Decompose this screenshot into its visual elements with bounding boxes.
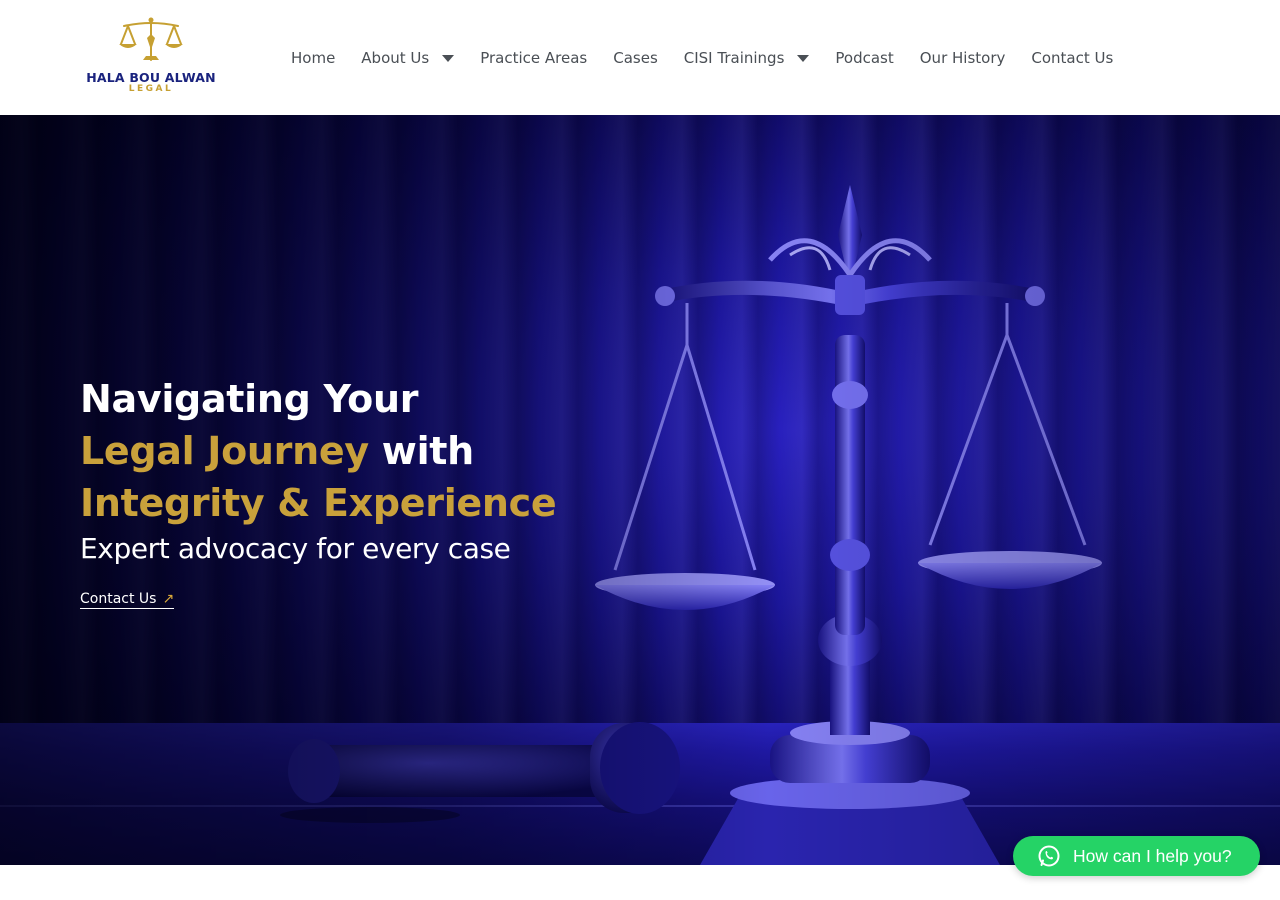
- nav-item-practice-areas[interactable]: Practice Areas: [467, 49, 600, 67]
- nav-label: About Us: [361, 49, 430, 67]
- nav-item-podcast[interactable]: Podcast: [822, 49, 906, 67]
- caret-down-icon[interactable]: [797, 54, 810, 62]
- main-nav: Home About Us Practice Areas Cases CISI …: [278, 38, 1126, 78]
- contact-us-button[interactable]: Contact Us ↗: [80, 591, 175, 609]
- arrow-up-right-icon: ↗: [162, 591, 175, 607]
- site-logo[interactable]: HALA BOU ALWAN LEGAL: [86, 16, 216, 100]
- headline-gold-2: Integrity & Experience: [80, 481, 557, 525]
- nav-label: Our History: [919, 49, 1006, 67]
- nav-label: Cases: [613, 49, 658, 67]
- headline-gold-1: Legal Journey: [80, 429, 369, 473]
- nav-label: Home: [291, 49, 336, 67]
- nav-item-cases[interactable]: Cases: [600, 49, 671, 67]
- nav-label: Contact Us: [1031, 49, 1114, 67]
- whatsapp-icon: [1038, 845, 1060, 867]
- cta-label: Contact Us: [80, 591, 157, 607]
- nav-item-home[interactable]: Home: [278, 49, 348, 67]
- whatsapp-chat-button[interactable]: How can I help you?: [1013, 836, 1260, 876]
- caret-down-icon[interactable]: [442, 54, 455, 62]
- hero-content: Navigating Your Legal Journey with Integ…: [80, 373, 640, 609]
- site-header: HALA BOU ALWAN LEGAL Home About Us Pract…: [0, 0, 1280, 115]
- headline-line-2: with: [368, 429, 474, 473]
- nav-label: Podcast: [835, 49, 894, 67]
- hero-section: Navigating Your Legal Journey with Integ…: [0, 115, 1280, 865]
- hero-tagline: Expert advocacy for every case: [80, 532, 511, 565]
- nav-label: CISI Trainings: [683, 49, 785, 67]
- brand-sub: LEGAL: [128, 84, 174, 94]
- nav-item-about-us[interactable]: About Us: [348, 49, 467, 67]
- nav-item-cisi-trainings[interactable]: CISI Trainings: [671, 49, 823, 67]
- hero-headline: Navigating Your Legal Journey with Integ…: [80, 373, 640, 529]
- nav-item-contact-us[interactable]: Contact Us: [1018, 49, 1126, 67]
- whatsapp-label: How can I help you?: [1073, 845, 1232, 866]
- headline-line-1: Navigating Your: [80, 377, 419, 421]
- scales-logo-icon: [119, 17, 183, 61]
- nav-label: Practice Areas: [480, 49, 588, 67]
- nav-item-our-history[interactable]: Our History: [907, 49, 1019, 67]
- brand-name: HALA BOU ALWAN: [86, 70, 216, 85]
